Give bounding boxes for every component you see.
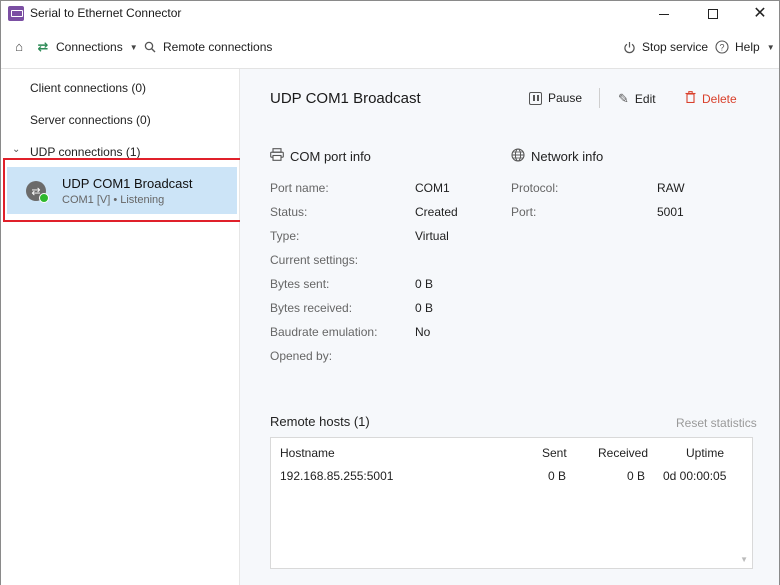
stop-service-label: Stop service xyxy=(642,40,709,54)
chevron-down-icon[interactable]: ⌄ xyxy=(12,144,20,155)
com-info-label: Port name: xyxy=(270,181,329,195)
printer-icon xyxy=(270,148,284,164)
scroll-down-icon[interactable]: ▼ xyxy=(740,555,748,564)
pause-icon xyxy=(529,91,542,105)
network-info-value: 5001 xyxy=(657,205,684,219)
table-cell-received[interactable]: 0 B xyxy=(627,469,645,483)
sidebar-item-udp-connections[interactable]: UDP connections (1) xyxy=(30,145,141,159)
com-info-label: Baudrate emulation: xyxy=(270,325,378,339)
power-icon xyxy=(622,40,636,54)
home-button[interactable]: ⌂ xyxy=(12,40,26,54)
edit-button[interactable]: ✎ Edit xyxy=(618,91,656,107)
com-info-value: 0 B xyxy=(415,277,434,291)
pause-label: Pause xyxy=(548,91,583,105)
column-header-hostname[interactable]: Hostname xyxy=(280,446,335,460)
delete-button[interactable]: Delete xyxy=(685,91,737,106)
table-cell-hostname[interactable]: 192.168.85.255:5001 xyxy=(280,469,393,483)
com-info-label: Opened by: xyxy=(270,349,333,363)
chevron-down-icon: ▼ xyxy=(129,42,138,52)
sidebar: Client connections (0) Server connection… xyxy=(1,69,243,585)
delete-label: Delete xyxy=(702,91,737,106)
com-info-value: COM1 xyxy=(415,181,450,195)
details-panel: UDP COM1 Broadcast Pause ✎ Edit Delete C… xyxy=(240,69,779,585)
network-info-label: Port: xyxy=(511,205,537,219)
title-bar: Serial to Ethernet Connector ✕ xyxy=(1,1,779,27)
help-menu[interactable]: ? Help ▼ xyxy=(715,40,775,54)
minimize-button[interactable] xyxy=(641,1,687,27)
network-info-label: Protocol: xyxy=(511,181,559,195)
help-icon: ? xyxy=(715,40,729,54)
maximize-icon xyxy=(708,9,718,19)
column-header-uptime[interactable]: Uptime xyxy=(686,446,724,460)
network-info-title: Network info xyxy=(531,149,604,164)
column-header-sent[interactable]: Sent xyxy=(542,446,567,460)
remote-connections-button[interactable]: Remote connections xyxy=(143,40,272,54)
com-info-label: Bytes received: xyxy=(270,301,353,315)
toolbar-divider xyxy=(599,88,600,108)
com-info-value: Virtual xyxy=(415,229,449,243)
remote-hosts-title: Remote hosts (1) xyxy=(270,414,370,429)
com-port-info-title: COM port info xyxy=(290,148,371,164)
stop-service-button[interactable]: Stop service xyxy=(622,40,708,54)
chevron-down-icon: ▼ xyxy=(766,42,775,52)
home-icon: ⌂ xyxy=(15,39,23,54)
trash-icon xyxy=(685,91,696,106)
app-logo-icon xyxy=(8,6,24,21)
close-button[interactable]: ✕ xyxy=(737,1,780,27)
connections-icon: ⇄ xyxy=(37,39,49,54)
svg-text:?: ? xyxy=(719,42,724,52)
highlight-box xyxy=(3,158,243,222)
sidebar-item-client-connections[interactable]: Client connections (0) xyxy=(30,81,146,95)
window-title: Serial to Ethernet Connector xyxy=(30,6,182,20)
toolbar: ⌂ ⇄ Connections ▼ Remote connections Sto… xyxy=(1,27,779,69)
table-cell-uptime[interactable]: 0d 00:00:05 xyxy=(663,469,726,483)
help-label: Help xyxy=(735,40,760,54)
globe-icon xyxy=(511,148,525,165)
column-header-received[interactable]: Received xyxy=(598,446,648,460)
network-info-header: Network info xyxy=(511,148,603,165)
connections-label: Connections xyxy=(56,40,123,54)
remote-hosts-table: Hostname Sent Received Uptime 192.168.85… xyxy=(270,437,753,569)
connections-menu[interactable]: ⇄ Connections ▼ xyxy=(36,39,138,55)
maximize-button[interactable] xyxy=(690,1,736,27)
pencil-icon: ✎ xyxy=(618,91,629,106)
network-info-value: RAW xyxy=(657,181,685,195)
com-info-value: No xyxy=(415,325,431,339)
remote-connections-label: Remote connections xyxy=(163,40,273,54)
table-cell-sent[interactable]: 0 B xyxy=(548,469,566,483)
close-icon: ✕ xyxy=(753,5,767,22)
minimize-icon xyxy=(659,13,669,15)
page-title: UDP COM1 Broadcast xyxy=(270,90,421,107)
com-info-label: Current settings: xyxy=(270,253,359,267)
pause-button[interactable]: Pause xyxy=(529,91,582,105)
com-info-value: 0 B xyxy=(415,301,434,315)
sidebar-item-server-connections[interactable]: Server connections (0) xyxy=(30,113,151,127)
app-window: Serial to Ethernet Connector ✕ ⌂ ⇄ Conne… xyxy=(0,0,780,585)
com-info-value: Created xyxy=(415,205,458,219)
search-icon xyxy=(143,40,157,54)
edit-label: Edit xyxy=(634,92,656,106)
com-info-label: Type: xyxy=(270,229,300,243)
com-info-label: Status: xyxy=(270,205,308,219)
com-port-info-header: COM port info xyxy=(270,148,371,164)
com-info-label: Bytes sent: xyxy=(270,277,330,291)
reset-statistics-link[interactable]: Reset statistics xyxy=(676,416,757,430)
